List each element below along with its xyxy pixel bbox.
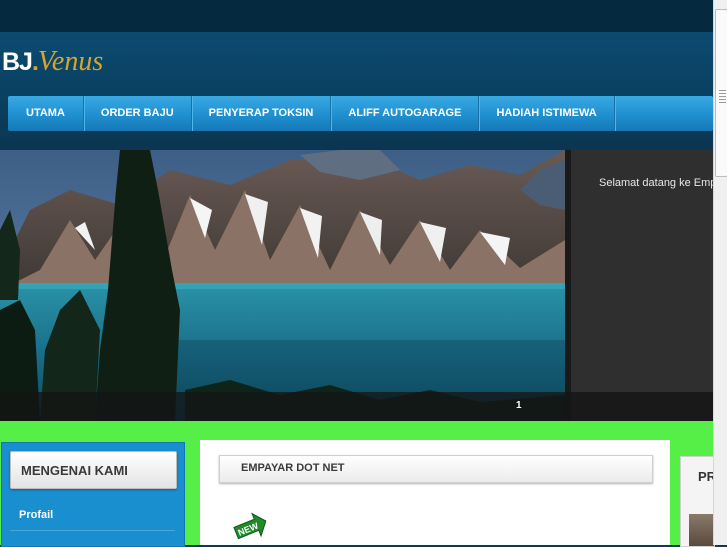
main-title-box: EMPAYAR DOT NET — [219, 455, 653, 483]
nav-item-penyerap-toksin[interactable]: PENYERAP TOKSIN — [192, 96, 332, 131]
nav-item-order-baju[interactable]: ORDER BAJU — [84, 96, 192, 131]
image-slider: Selamat datang ke Emp 1 — [0, 150, 713, 421]
nav-item-aliff-autogarage[interactable]: ALIFF AUTOGARAGE — [331, 96, 480, 131]
logo-sub: Venus — [37, 46, 104, 77]
slider-photo[interactable] — [0, 150, 565, 421]
main-title: EMPAYAR DOT NET — [241, 462, 345, 474]
main-nav: UTAMA ORDER BAJU PENYERAP TOKSIN ALIFF A… — [8, 96, 713, 131]
scrollbar-grip-icon — [719, 90, 726, 104]
new-arrow-icon: NEW — [233, 512, 267, 540]
sidebar-title: MENGENAI KAMI — [21, 463, 128, 478]
site-logo[interactable]: BJ.Venus — [2, 46, 103, 78]
site-header — [0, 32, 713, 150]
sidebar-title-box: MENGENAI KAMI — [10, 451, 177, 489]
right-thumbnail[interactable] — [689, 514, 714, 546]
vertical-scrollbar[interactable] — [713, 0, 727, 545]
right-column: PR — [680, 456, 715, 547]
new-badge-icon: NEW — [233, 512, 269, 547]
scrollbar-thumb[interactable] — [715, 9, 727, 177]
logo-main: BJ — [2, 48, 33, 76]
mountain-lake-image — [0, 150, 565, 421]
top-bar — [0, 0, 713, 32]
slider-page-1[interactable]: 1 — [516, 400, 522, 411]
nav-item-utama[interactable]: UTAMA — [8, 96, 84, 131]
new-badge-label: NEW — [237, 520, 261, 537]
sidebar: MENGENAI KAMI Profail — [1, 442, 185, 547]
main-content: EMPAYAR DOT NET NEW — [200, 440, 670, 545]
slider-pager: 1 — [0, 392, 713, 421]
slider-caption: Selamat datang ke Emp — [599, 177, 713, 189]
slider-caption-panel: Selamat datang ke Emp — [571, 150, 713, 392]
sidebar-divider — [10, 530, 175, 531]
sidebar-link-profail[interactable]: Profail — [19, 509, 53, 521]
nav-item-hadiah-istimewa[interactable]: HADIAH ISTIMEWA — [479, 96, 615, 131]
